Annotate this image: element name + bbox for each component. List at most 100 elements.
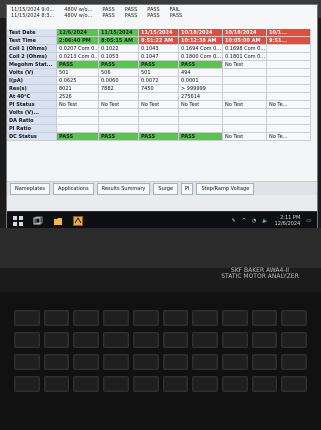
windows-start-icon[interactable] <box>13 215 23 226</box>
table-cell[interactable]: 8:05:15 AM <box>99 37 139 45</box>
table-cell[interactable]: PASS <box>139 133 179 141</box>
table-cell[interactable] <box>223 117 267 125</box>
table-cell[interactable] <box>99 109 139 117</box>
table-cell[interactable]: 10/18/2024 <box>223 29 267 37</box>
table-cell[interactable] <box>267 85 311 93</box>
table-cell[interactable]: 10/18/2024 <box>179 29 223 37</box>
table-cell[interactable]: PASS <box>99 133 139 141</box>
table-cell[interactable]: PASS <box>179 133 223 141</box>
key[interactable] <box>162 376 189 392</box>
table-cell[interactable] <box>223 125 267 133</box>
table-cell[interactable]: 2526 <box>57 93 99 101</box>
key[interactable] <box>192 376 218 392</box>
table-cell[interactable]: PASS <box>99 61 139 69</box>
key[interactable] <box>132 376 159 392</box>
table-cell[interactable] <box>223 77 267 85</box>
table-cell[interactable]: 0.1022 <box>99 45 139 53</box>
tab-applications[interactable]: Applications <box>53 182 94 195</box>
key[interactable] <box>251 354 278 370</box>
key[interactable] <box>251 376 278 392</box>
table-cell[interactable] <box>267 61 311 69</box>
notifications-icon[interactable]: ▭ <box>306 218 311 224</box>
table-cell[interactable]: PASS <box>57 61 99 69</box>
key[interactable] <box>73 310 100 326</box>
table-cell[interactable] <box>267 45 311 53</box>
table-cell[interactable] <box>223 69 267 77</box>
table-cell[interactable]: 0.1053 <box>99 53 139 61</box>
clock[interactable]: 2:11 PM 12/6/2024 <box>275 215 301 227</box>
table-cell[interactable]: 12/6/2024 <box>57 29 99 37</box>
table-cell[interactable] <box>267 93 311 101</box>
table-cell[interactable] <box>139 125 179 133</box>
table-cell[interactable]: 494 <box>179 69 223 77</box>
network-icon[interactable]: ◔ <box>252 218 256 224</box>
table-cell[interactable]: 9:51... <box>267 37 311 45</box>
file-explorer-icon[interactable] <box>53 216 63 226</box>
table-cell[interactable] <box>223 93 267 101</box>
key[interactable] <box>73 354 100 370</box>
table-cell[interactable]: 0.0213 Com 0... <box>57 53 99 61</box>
table-cell[interactable]: No Test <box>223 133 267 141</box>
table-cell[interactable]: 0.1047 <box>139 53 179 61</box>
key[interactable] <box>281 332 308 348</box>
key[interactable] <box>14 376 40 392</box>
table-cell[interactable] <box>179 109 223 117</box>
key[interactable] <box>251 332 278 348</box>
key[interactable] <box>14 310 40 326</box>
table-cell[interactable] <box>99 93 139 101</box>
key[interactable] <box>132 310 159 326</box>
table-cell[interactable]: 0.0060 <box>99 77 139 85</box>
table-cell[interactable]: 275614 <box>179 93 223 101</box>
key[interactable] <box>73 376 100 392</box>
key[interactable] <box>221 354 248 370</box>
table-cell[interactable]: 8:51:22 AM <box>139 37 179 45</box>
table-cell[interactable] <box>223 109 267 117</box>
table-cell[interactable]: 501 <box>139 69 179 77</box>
table-cell[interactable] <box>179 125 223 133</box>
table-cell[interactable]: 7882 <box>99 85 139 93</box>
table-cell[interactable] <box>99 117 139 125</box>
table-cell[interactable]: 0.0001 <box>179 77 223 85</box>
table-cell[interactable] <box>267 77 311 85</box>
table-cell[interactable]: 0.1694 Com 0... <box>179 45 223 53</box>
table-cell[interactable] <box>267 109 311 117</box>
table-cell[interactable] <box>267 69 311 77</box>
table-cell[interactable] <box>99 125 139 133</box>
key[interactable] <box>281 376 308 392</box>
key[interactable] <box>103 354 129 370</box>
table-cell[interactable]: 506 <box>99 69 139 77</box>
table-cell[interactable] <box>57 109 99 117</box>
table-cell[interactable] <box>267 117 311 125</box>
table-cell[interactable]: 501 <box>57 69 99 77</box>
key[interactable] <box>221 310 248 326</box>
table-cell[interactable]: No Test <box>179 101 223 109</box>
key[interactable] <box>192 354 218 370</box>
tab-surge[interactable]: Surge <box>153 182 178 195</box>
table-cell[interactable] <box>57 125 99 133</box>
key[interactable] <box>192 310 218 326</box>
key[interactable] <box>221 332 248 348</box>
table-cell[interactable] <box>267 53 311 61</box>
table-cell[interactable] <box>139 117 179 125</box>
key[interactable] <box>162 354 189 370</box>
app-icon[interactable] <box>73 215 83 226</box>
key[interactable] <box>73 332 100 348</box>
table-cell[interactable]: PASS <box>57 133 99 141</box>
key[interactable] <box>192 332 218 348</box>
table-cell[interactable]: 11/15/2024 <box>99 29 139 37</box>
key[interactable] <box>221 376 248 392</box>
table-cell[interactable]: 0.1043 <box>139 45 179 53</box>
key[interactable] <box>162 310 189 326</box>
pen-icon[interactable]: ✎ <box>232 218 236 224</box>
table-cell[interactable]: 10:12:38 AM <box>179 37 223 45</box>
table-cell[interactable] <box>139 93 179 101</box>
table-cell[interactable]: PASS <box>179 61 223 69</box>
key[interactable] <box>251 310 278 326</box>
table-cell[interactable] <box>139 109 179 117</box>
key[interactable] <box>43 310 70 326</box>
key[interactable] <box>132 354 159 370</box>
table-cell[interactable]: 0.0207 Com 0... <box>57 45 99 53</box>
key[interactable] <box>43 376 70 392</box>
volume-icon[interactable]: 🔈 <box>262 218 268 224</box>
table-cell[interactable]: 11/15/2024 <box>139 29 179 37</box>
